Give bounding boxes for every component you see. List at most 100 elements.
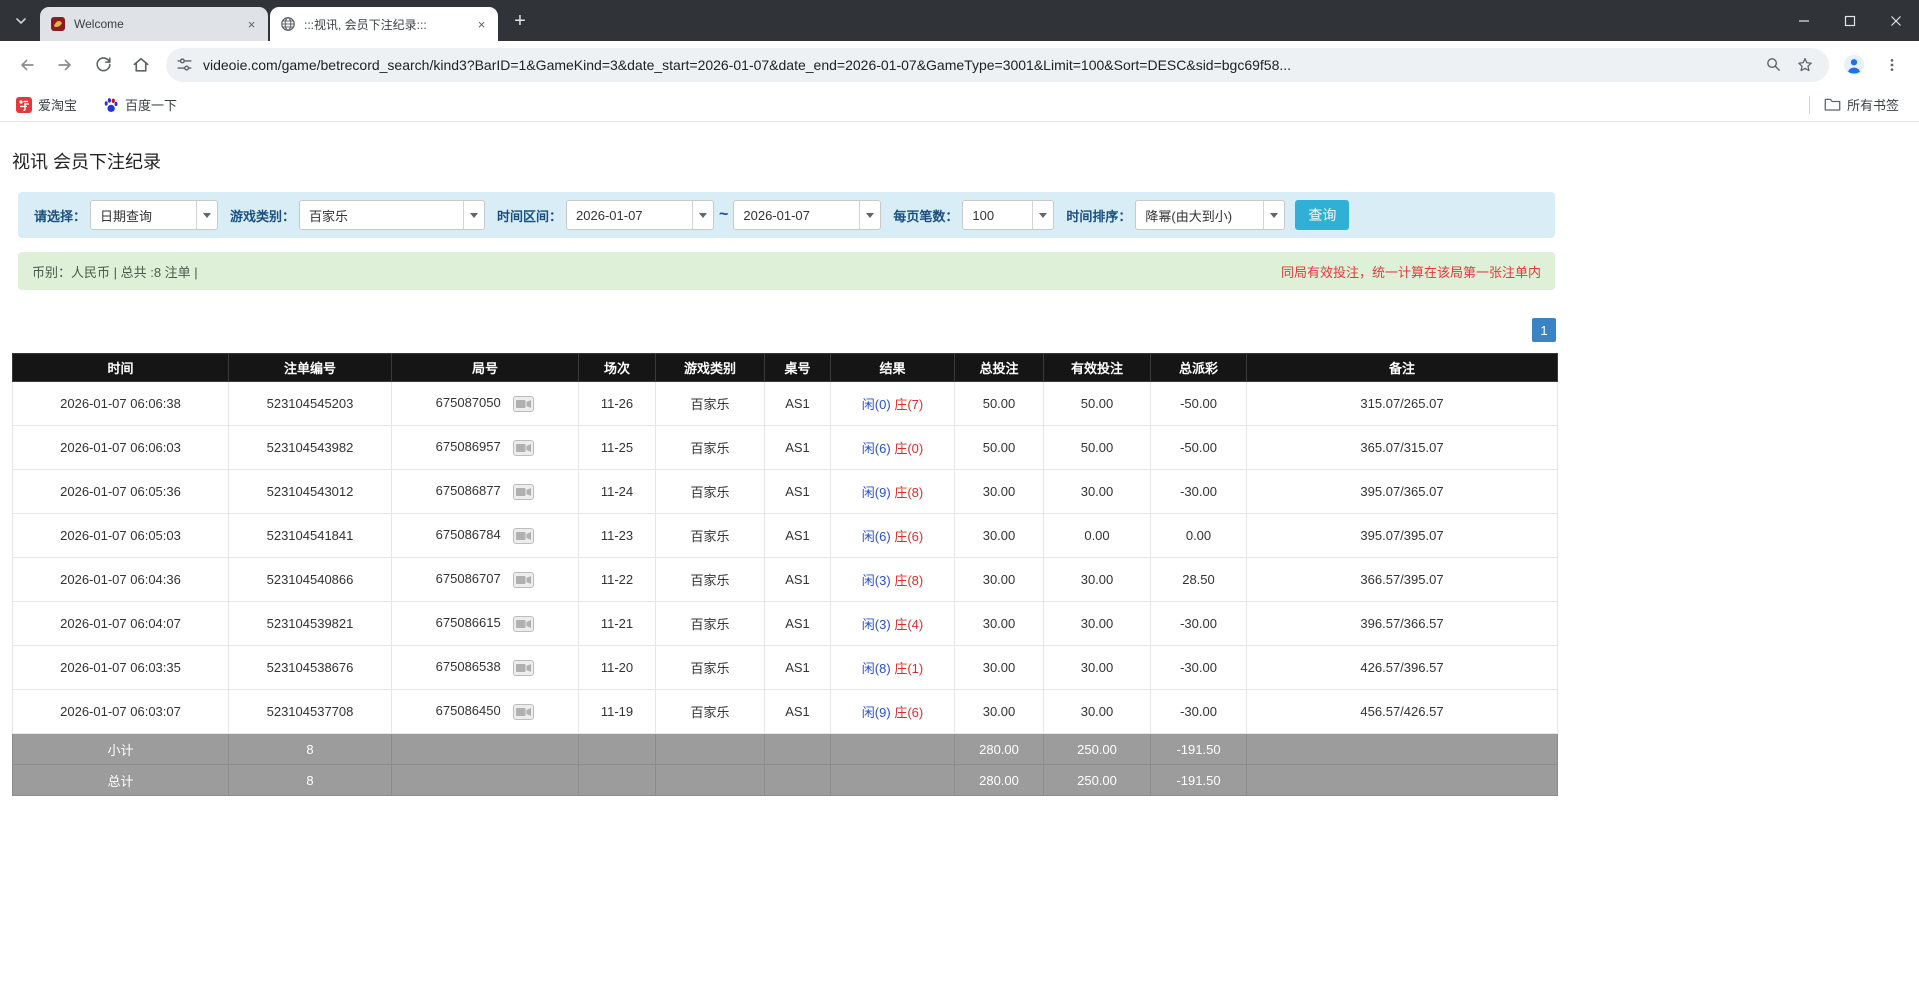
video-replay-button[interactable] xyxy=(513,616,534,632)
result-player: 闲(9) xyxy=(862,485,891,500)
cell-table: AS1 xyxy=(765,558,831,602)
video-replay-button[interactable] xyxy=(513,396,534,412)
video-icon xyxy=(513,528,534,544)
home-button[interactable] xyxy=(124,48,158,82)
cell-result: 闲(0) 庄(7) xyxy=(831,382,955,426)
cell-round: 675086957 xyxy=(392,426,579,470)
summary-valid-bet: 250.00 xyxy=(1044,734,1151,765)
video-replay-button[interactable] xyxy=(513,484,534,500)
cell-round: 675086784 xyxy=(392,514,579,558)
close-icon[interactable]: × xyxy=(243,16,260,33)
chevron-down-icon xyxy=(463,201,484,229)
magnifier-icon xyxy=(1765,56,1782,73)
result-banker: 庄(8) xyxy=(894,573,923,588)
forward-icon xyxy=(55,55,75,75)
date-end-value: 2026-01-07 xyxy=(734,208,859,223)
per-page-label: 每页笔数： xyxy=(893,206,958,225)
close-icon[interactable]: × xyxy=(473,16,490,33)
cell-bet-id: 523104543012 xyxy=(229,470,392,514)
column-header: 局号 xyxy=(392,354,579,382)
minimize-button[interactable] xyxy=(1781,0,1827,41)
column-header: 总投注 xyxy=(955,354,1044,382)
date-start-select[interactable]: 2026-01-07 xyxy=(566,200,714,230)
table-row: 2026-01-07 06:06:38523104545203675087050… xyxy=(13,382,1558,426)
cell-round: 675086450 xyxy=(392,690,579,734)
refresh-button[interactable] xyxy=(86,48,120,82)
bookmark-star-button[interactable] xyxy=(1791,51,1819,79)
cell-remark: 426.57/396.57 xyxy=(1247,646,1558,690)
video-icon xyxy=(513,572,534,588)
page-1-button[interactable]: 1 xyxy=(1532,318,1556,342)
cell-table: AS1 xyxy=(765,514,831,558)
chevron-down-icon xyxy=(14,14,28,28)
query-type-select[interactable]: 日期查询 xyxy=(90,200,218,230)
sort-select[interactable]: 降幂(由大到小) xyxy=(1135,200,1285,230)
per-page-select[interactable]: 100 xyxy=(962,200,1054,230)
bookmark-taobao[interactable]: 爱淘宝 xyxy=(12,92,81,118)
url-bar[interactable]: videoie.com/game/betrecord_search/kind3?… xyxy=(166,48,1829,82)
summary-count: 8 xyxy=(229,765,392,796)
profile-avatar-icon xyxy=(1843,54,1865,76)
cell-valid-bet: 50.00 xyxy=(1044,382,1151,426)
cell-bet-id: 523104543982 xyxy=(229,426,392,470)
cell-session: 11-20 xyxy=(579,646,656,690)
page-title: 视讯 会员下注纪录 xyxy=(12,148,1556,174)
zoom-button[interactable] xyxy=(1759,51,1787,79)
cell-session: 11-21 xyxy=(579,602,656,646)
tab-search-button[interactable] xyxy=(8,8,34,34)
bookmark-baidu[interactable]: 百度一下 xyxy=(99,92,181,118)
bookmark-label: 爱淘宝 xyxy=(38,95,77,114)
back-button[interactable] xyxy=(10,48,44,82)
column-header: 时间 xyxy=(13,354,229,382)
table-row: 2026-01-07 06:04:07523104539821675086615… xyxy=(13,602,1558,646)
forward-button[interactable] xyxy=(48,48,82,82)
date-end-select[interactable]: 2026-01-07 xyxy=(733,200,881,230)
date-start-value: 2026-01-07 xyxy=(567,208,692,223)
maximize-button[interactable] xyxy=(1827,0,1873,41)
star-icon xyxy=(1796,56,1814,74)
summary-count: 8 xyxy=(229,734,392,765)
game-kind-select[interactable]: 百家乐 xyxy=(299,200,485,230)
cell-total-bet: 50.00 xyxy=(955,426,1044,470)
tab-bet-record[interactable]: :::视讯, 会员下注纪录::: × xyxy=(270,7,498,41)
tab-welcome[interactable]: Welcome × xyxy=(40,7,268,41)
summary-total-bet: 280.00 xyxy=(955,765,1044,796)
result-player: 闲(6) xyxy=(862,441,891,456)
cell-total-bet: 50.00 xyxy=(955,382,1044,426)
taobao-icon xyxy=(16,97,32,113)
cell-bet-id: 523104540866 xyxy=(229,558,392,602)
cell-payout: 0.00 xyxy=(1151,514,1247,558)
profile-button[interactable] xyxy=(1837,48,1871,82)
column-header: 注单编号 xyxy=(229,354,392,382)
video-replay-button[interactable] xyxy=(513,572,534,588)
url-text[interactable]: videoie.com/game/betrecord_search/kind3?… xyxy=(203,57,1757,73)
column-header: 备注 xyxy=(1247,354,1558,382)
bookmarks-separator xyxy=(1809,96,1810,114)
welcome-favicon xyxy=(50,16,66,32)
cell-bet-id: 523104539821 xyxy=(229,602,392,646)
video-replay-button[interactable] xyxy=(513,660,534,676)
cell-result: 闲(3) 庄(4) xyxy=(831,602,955,646)
result-player: 闲(6) xyxy=(862,529,891,544)
cell-table: AS1 xyxy=(765,646,831,690)
video-replay-button[interactable] xyxy=(513,528,534,544)
all-bookmarks-button[interactable]: 所有书签 xyxy=(1820,92,1903,118)
video-replay-button[interactable] xyxy=(513,704,534,720)
browser-menu-button[interactable] xyxy=(1875,48,1909,82)
search-button[interactable]: 查询 xyxy=(1295,200,1349,230)
cell-time: 2026-01-07 06:06:38 xyxy=(13,382,229,426)
chevron-down-icon xyxy=(196,201,217,229)
cell-payout: -30.00 xyxy=(1151,690,1247,734)
cell-payout: -50.00 xyxy=(1151,382,1247,426)
minimize-icon xyxy=(1798,15,1810,27)
cell-valid-bet: 30.00 xyxy=(1044,602,1151,646)
video-replay-button[interactable] xyxy=(513,440,534,456)
site-settings-icon[interactable] xyxy=(176,56,193,73)
cell-table: AS1 xyxy=(765,382,831,426)
table-row: 2026-01-07 06:05:36523104543012675086877… xyxy=(13,470,1558,514)
close-window-button[interactable] xyxy=(1873,0,1919,41)
cell-payout: 28.50 xyxy=(1151,558,1247,602)
currency-summary: 币别：人民币 | 总共 :8 注单 | xyxy=(32,262,198,281)
new-tab-button[interactable]: + xyxy=(506,7,534,35)
result-banker: 庄(4) xyxy=(894,617,923,632)
